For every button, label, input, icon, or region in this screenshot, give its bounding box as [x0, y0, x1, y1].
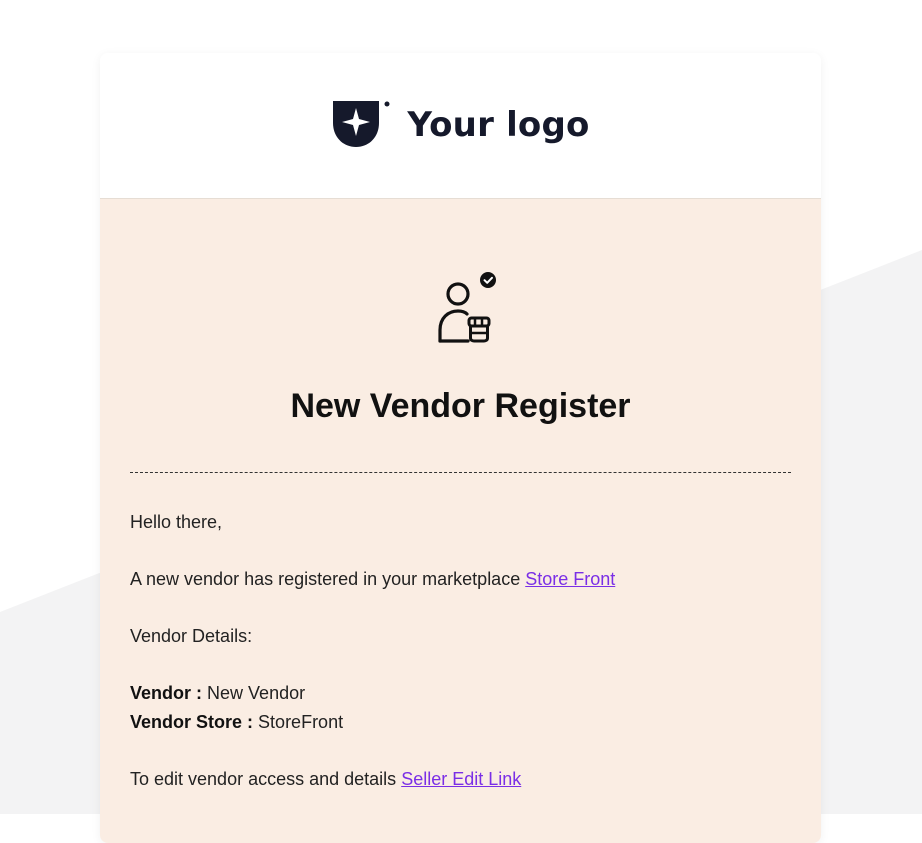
email-body: New Vendor Register Hello there, A new v… [100, 199, 821, 843]
vendor-store-verified-icon [437, 272, 496, 343]
logo-text: Your logo [407, 104, 590, 145]
vendor-store-label: Vendor Store : [130, 712, 254, 732]
shield-star-icon [333, 100, 390, 147]
registered-paragraph: A new vendor has registered in your mark… [130, 565, 791, 594]
registered-text: A new vendor has registered in your mark… [130, 569, 521, 589]
seller-edit-link[interactable]: Seller Edit Link [401, 769, 521, 789]
email-title: New Vendor Register [290, 387, 631, 425]
vendor-value: New Vendor [207, 683, 306, 703]
email-card: Your logo New Vendor Register Hello ther… [100, 53, 821, 843]
hero-icon-container [130, 199, 791, 346]
vendor-store-value: StoreFront [258, 712, 344, 732]
vendor-details: Vendor : New Vendor Vendor Store : StoreF… [130, 679, 791, 737]
logo: Your logo [331, 99, 589, 151]
greeting-text: Hello there, [130, 512, 223, 532]
vendor-details-heading: Vendor Details: [130, 626, 253, 646]
edit-text: To edit vendor access and details [130, 769, 397, 789]
vendor-label: Vendor : [130, 683, 203, 703]
email-header: Your logo [100, 53, 821, 199]
edit-paragraph: To edit vendor access and details Seller… [130, 765, 791, 794]
store-front-link[interactable]: Store Front [525, 569, 615, 589]
divider [130, 472, 791, 473]
